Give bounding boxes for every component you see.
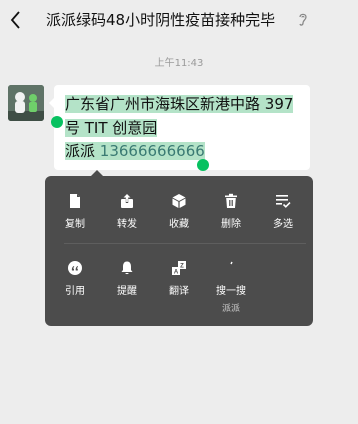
menu-item-quote-label: 引用 xyxy=(65,286,85,297)
avatar[interactable] xyxy=(8,85,44,121)
svg-text:Z: Z xyxy=(180,264,184,270)
menu-item-remind[interactable]: 提醒 xyxy=(102,260,152,297)
menu-item-search-label: 搜一搜 xyxy=(216,286,246,297)
message-text-line-2: 号 TIT 创意园 xyxy=(65,119,158,137)
remind-bell-icon xyxy=(121,261,133,275)
menu-item-delete[interactable]: 删除 xyxy=(206,193,256,230)
chevron-left-icon[interactable] xyxy=(8,9,24,31)
favorite-icon xyxy=(172,194,186,208)
message-bubble[interactable]: 广东省广州市海珠区新港中路 397 号 TIT 创意园 派派 136666666… xyxy=(49,85,310,170)
translate-icon: Z A xyxy=(172,261,186,276)
selection-end-handle[interactable] xyxy=(197,159,209,171)
menu-item-copy[interactable]: 复制 xyxy=(50,193,100,230)
menu-item-search[interactable]: 搜一搜 派派 xyxy=(206,260,256,314)
menu-item-forward[interactable]: 转发 xyxy=(102,193,152,230)
menu-item-translate-label: 翻译 xyxy=(169,286,189,297)
chat-title: 派派绿码48小时阴性疫苗接种完毕 xyxy=(46,11,276,29)
message-contact-name: 派派 xyxy=(65,142,96,160)
menu-item-multi-select[interactable]: 多选 xyxy=(258,193,308,230)
copy-icon xyxy=(70,194,80,208)
svg-text:A: A xyxy=(174,270,179,276)
multi-select-icon xyxy=(276,195,291,208)
quote-icon xyxy=(68,261,82,275)
menu-item-remind-label: 提醒 xyxy=(117,286,137,297)
menu-item-multi-select-label: 多选 xyxy=(273,219,293,230)
message-timestamp: 上午11:43 xyxy=(154,58,204,69)
message-phone-link[interactable]: 13666666666 xyxy=(99,142,205,160)
chat-screen: 派派绿码48小时阴性疫苗接种完毕 上午11:43 广东省广州市海珠区新港中路 3… xyxy=(0,0,358,424)
menu-item-copy-label: 复制 xyxy=(65,219,85,230)
avatar-image xyxy=(8,85,44,121)
ear-icon xyxy=(299,13,307,26)
selection-start-handle[interactable] xyxy=(51,116,63,128)
menu-divider xyxy=(64,243,306,244)
delete-icon xyxy=(225,193,237,208)
menu-item-translate[interactable]: Z A 翻译 xyxy=(154,260,204,297)
message-text-line-1: 广东省广州市海珠区新港中路 397 xyxy=(65,95,294,113)
forward-icon xyxy=(121,194,133,208)
menu-item-quote[interactable]: 引用 xyxy=(50,260,100,297)
message-line-1: 广东省广州市海珠区新港中路 397 xyxy=(65,94,294,114)
menu-item-favorite[interactable]: 收藏 xyxy=(154,193,204,230)
message-line-2: 号 TIT 创意园 xyxy=(65,118,158,138)
menu-item-favorite-label: 收藏 xyxy=(169,219,189,230)
menu-item-forward-label: 转发 xyxy=(117,219,137,230)
message-line-3: 派派 13666666666 xyxy=(65,141,205,161)
menu-item-search-keyword: 派派 xyxy=(221,304,240,314)
menu-item-delete-label: 删除 xyxy=(221,219,241,230)
chat-header: 派派绿码48小时阴性疫苗接种完毕 xyxy=(0,0,358,40)
search-icon xyxy=(230,261,233,265)
